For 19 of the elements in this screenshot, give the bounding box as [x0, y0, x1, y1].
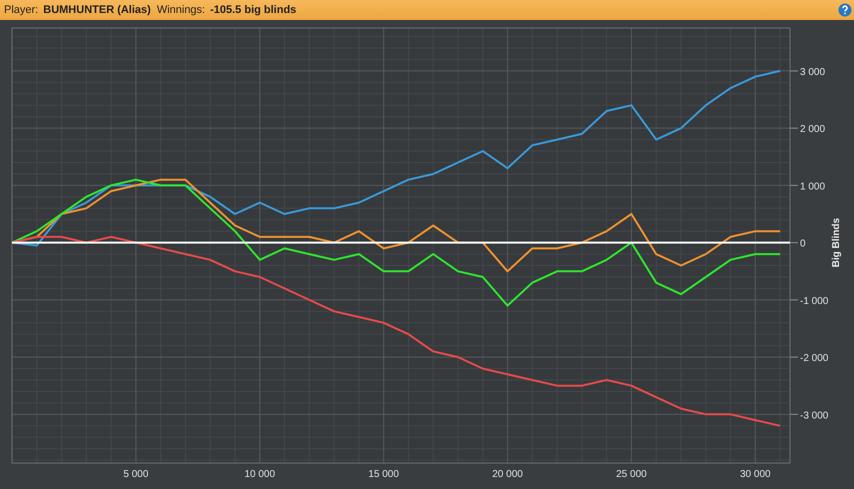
- y-tick-label: -1 000: [800, 296, 828, 307]
- player-name: BUMHUNTER (Alias): [43, 2, 151, 18]
- x-tick-label: 5 000: [123, 469, 148, 480]
- x-tick-label: 10 000: [244, 469, 276, 480]
- help-icon[interactable]: [838, 3, 852, 17]
- y-tick-label: 2 000: [800, 124, 826, 136]
- x-tick-label: 30 000: [740, 469, 771, 480]
- y-tick-label: 0: [800, 238, 806, 250]
- player-label: Player:: [4, 2, 38, 18]
- y-tick-label: -3 000: [800, 410, 828, 422]
- x-tick-label: 25 000: [616, 469, 647, 480]
- x-tick-label: 20 000: [492, 469, 523, 480]
- x-tick-label: 15 000: [368, 469, 399, 480]
- axis-title: Big Blinds: [831, 218, 842, 268]
- y-tick-label: -2 000: [800, 353, 828, 364]
- winnings-value: -105.5 big blinds: [210, 2, 296, 18]
- y-tick-label: 3 000: [800, 66, 826, 78]
- winnings-label: Winnings:: [156, 2, 206, 18]
- y-tick-label: 1 000: [800, 181, 826, 192]
